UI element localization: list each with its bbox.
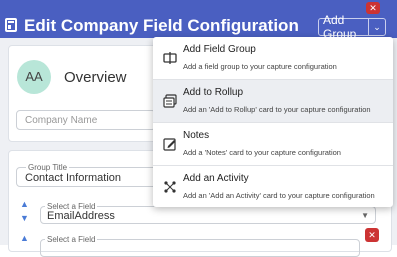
field-select-label: Select a Field [45, 202, 98, 211]
menu-item-title: Add to Rollup [183, 87, 244, 98]
group-title-label: Group Title [26, 163, 70, 172]
menu-item-add-activity[interactable]: Add an Activity Add an 'Add an Activity'… [153, 166, 393, 208]
menu-item-add-field-group[interactable]: Add Field Group Add a field group to you… [153, 37, 393, 79]
menu-item-description: Add a field group to your capture config… [183, 62, 337, 71]
move-up-icon[interactable]: ▲ [20, 199, 29, 209]
company-name-input[interactable]: Company Name [16, 110, 156, 130]
menu-item-title: Add Field Group [183, 44, 256, 55]
close-icon[interactable]: ✕ [366, 2, 380, 14]
chevron-down-icon: ▼ [361, 211, 369, 220]
move-up-icon[interactable]: ▲ [20, 233, 29, 243]
field-select-value: EmailAddress [47, 210, 115, 222]
window-title: Edit Company Field Configuration [24, 16, 299, 35]
activity-icon [163, 180, 177, 194]
menu-item-description: Add an 'Add to Rollup' card to your capt… [183, 105, 371, 114]
menu-item-notes[interactable]: Notes Add a 'Notes' card to your capture… [153, 123, 393, 165]
move-down-icon[interactable]: ▼ [20, 213, 29, 223]
overview-title: Overview [64, 69, 127, 86]
menu-item-title: Notes [183, 130, 210, 141]
field-group-icon [163, 51, 177, 65]
menu-item-description: Add a 'Notes' card to your capture confi… [183, 148, 341, 157]
avatar: AA [17, 60, 51, 94]
add-group-menu: Add Field Group Add a field group to you… [153, 37, 393, 207]
menu-item-title: Add an Activity [183, 173, 249, 184]
rollup-icon [163, 94, 177, 108]
field-select-label: Select a Field [45, 235, 98, 244]
notes-icon [163, 137, 177, 151]
form-icon [5, 18, 17, 32]
delete-icon[interactable]: ✕ [365, 228, 379, 242]
chevron-down-icon[interactable]: ⌄ [369, 22, 385, 33]
menu-item-description: Add an 'Add an Activity' card to your ca… [183, 191, 375, 200]
add-group-button[interactable]: Add Group ⌄ [318, 13, 386, 41]
menu-item-add-to-rollup[interactable]: Add to Rollup Add an 'Add to Rollup' car… [153, 80, 393, 122]
